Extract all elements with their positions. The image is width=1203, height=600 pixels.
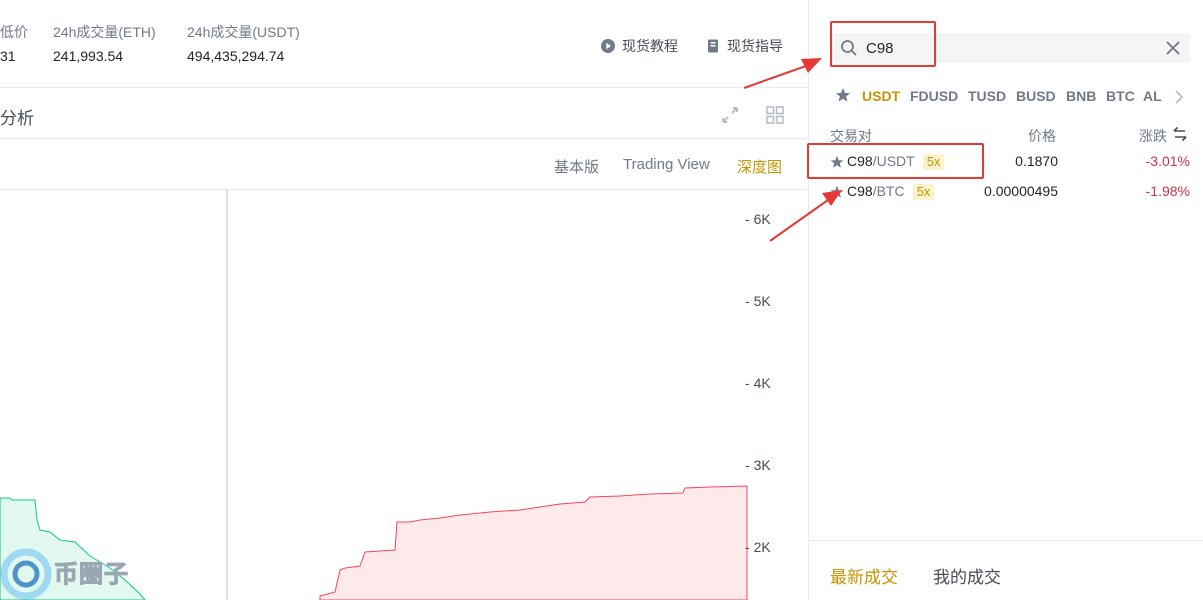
ticker-stats-bar: 低价 31 24h成交量(ETH) 241,993.54 24h成交量(USDT…: [0, 0, 808, 88]
header-pair[interactable]: 交易对: [830, 126, 872, 146]
pair-change: -3.01%: [1145, 153, 1190, 169]
spot-guide-label: 现货指导: [727, 38, 783, 54]
view-tradingview-tab[interactable]: Trading View: [623, 156, 710, 173]
quote-tab-usdt[interactable]: USDT: [862, 88, 900, 104]
search-icon: [840, 39, 858, 62]
pair-name: C98/BTC 5x: [847, 183, 935, 200]
y-tick-4k: - 4K: [745, 375, 771, 391]
stat-volume-usdt-value: 494,435,294.74: [187, 48, 285, 64]
quote-tab-tusd[interactable]: TUSD: [968, 88, 1006, 104]
grid-layout-icon[interactable]: [765, 105, 785, 130]
clear-search-icon[interactable]: [1164, 39, 1182, 62]
favorites-star-icon[interactable]: [835, 87, 851, 108]
pair-change: -1.98%: [1145, 183, 1190, 199]
stat-low-value: 31: [0, 48, 16, 64]
quote-tab-bnb[interactable]: BNB: [1066, 88, 1096, 104]
stat-low-label: 低价: [0, 24, 28, 40]
leverage-badge: 5x: [922, 154, 945, 170]
analysis-header: 分析: [0, 89, 808, 139]
y-tick-2k: - 2K: [745, 539, 771, 555]
spot-tutorial-label: 现货教程: [622, 38, 678, 54]
leverage-badge: 5x: [912, 184, 935, 200]
depth-chart-svg: [0, 190, 748, 600]
spot-tutorial-link[interactable]: 现货教程: [600, 36, 678, 56]
swap-arrows-icon[interactable]: [1173, 126, 1187, 145]
favorite-star-icon[interactable]: [830, 155, 844, 172]
ask-area: [319, 485, 748, 600]
watermark-logo: 币圈子: [0, 540, 160, 600]
watermark-icon: [0, 548, 52, 600]
quote-tab-alts[interactable]: AL: [1143, 88, 1162, 104]
stat-low: 低价 31: [0, 22, 28, 64]
y-tick-5k: - 5K: [745, 293, 771, 309]
y-tick-6k: - 6K: [745, 211, 771, 227]
pair-row-c98-usdt[interactable]: C98/USDT 5x 0.1870 -3.01%: [809, 149, 1203, 175]
market-panel: 低价 31 24h成交量(ETH) 241,993.54 24h成交量(USDT…: [0, 0, 808, 600]
favorite-star-icon[interactable]: [830, 185, 844, 202]
fullscreen-icon[interactable]: [720, 105, 740, 130]
pair-search-box: [830, 33, 1190, 63]
pair-name: C98/USDT 5x: [847, 153, 945, 170]
stat-volume-usdt: 24h成交量(USDT) 494,435,294.74: [187, 22, 300, 64]
stat-volume-eth-value: 241,993.54: [53, 48, 124, 64]
stat-volume-eth-label: 24h成交量(ETH): [53, 24, 156, 40]
depth-chart: - 6K - 5K - 4K - 3K - 2K: [0, 190, 808, 600]
quote-asset-tabs: USDT FDUSD TUSD BUSD BNB BTC AL: [809, 86, 1203, 108]
tab-latest-trades[interactable]: 最新成交: [830, 563, 898, 588]
quote-tab-btc[interactable]: BTC: [1106, 88, 1135, 104]
pair-row-c98-btc[interactable]: C98/BTC 5x 0.00000495 -1.98%: [809, 179, 1203, 205]
stat-volume-eth: 24h成交量(ETH) 241,993.54: [53, 22, 156, 64]
stat-volume-usdt-label: 24h成交量(USDT): [187, 24, 300, 40]
header-change[interactable]: 涨跌: [1139, 126, 1167, 146]
pair-table-header: 交易对 价格 涨跌: [809, 126, 1203, 146]
quote-tab-busd[interactable]: BUSD: [1016, 88, 1056, 104]
pair-search-input[interactable]: [866, 37, 1146, 59]
chart-view-switcher: 基本版 Trading View 深度图: [0, 140, 808, 190]
quote-tab-fdusd[interactable]: FDUSD: [910, 88, 958, 104]
watermark-text: 币圈子: [54, 561, 129, 589]
spot-guide-link[interactable]: 现货指导: [705, 36, 783, 56]
chevron-right-icon[interactable]: [1172, 89, 1186, 110]
view-basic-tab[interactable]: 基本版: [554, 156, 599, 177]
pair-price: 0.1870: [1015, 153, 1058, 169]
pair-price: 0.00000495: [984, 183, 1058, 199]
play-circle-icon: [600, 38, 616, 54]
view-depth-tab[interactable]: 深度图: [737, 156, 782, 177]
analysis-title: 分析: [0, 109, 34, 128]
header-price[interactable]: 价格: [1028, 126, 1056, 146]
trades-tab-bar: 最新成交 我的成交: [809, 540, 1203, 600]
tab-my-trades[interactable]: 我的成交: [933, 563, 1001, 588]
y-tick-3k: - 3K: [745, 457, 771, 473]
pair-selector-panel: USDT FDUSD TUSD BUSD BNB BTC AL 交易对 价格 涨…: [809, 0, 1203, 600]
book-icon: [705, 38, 721, 54]
